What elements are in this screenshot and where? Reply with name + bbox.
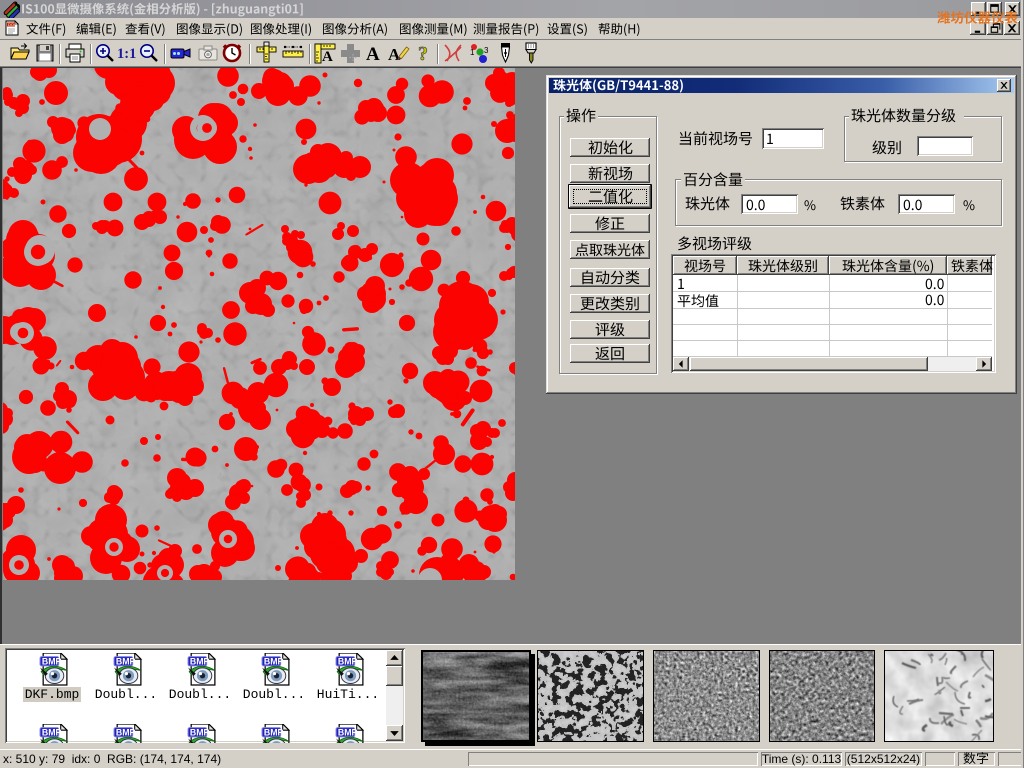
svg-text:DOC: DOC [8,22,17,27]
svg-text:1:1: 1:1 [117,46,136,62]
svg-text:A: A [322,49,333,65]
svg-text:1: 1 [470,48,475,57]
svg-text:A: A [366,44,380,65]
svg-text:3: 3 [484,46,489,55]
svg-text:A: A [388,45,401,64]
svg-text:?: ? [418,43,428,65]
